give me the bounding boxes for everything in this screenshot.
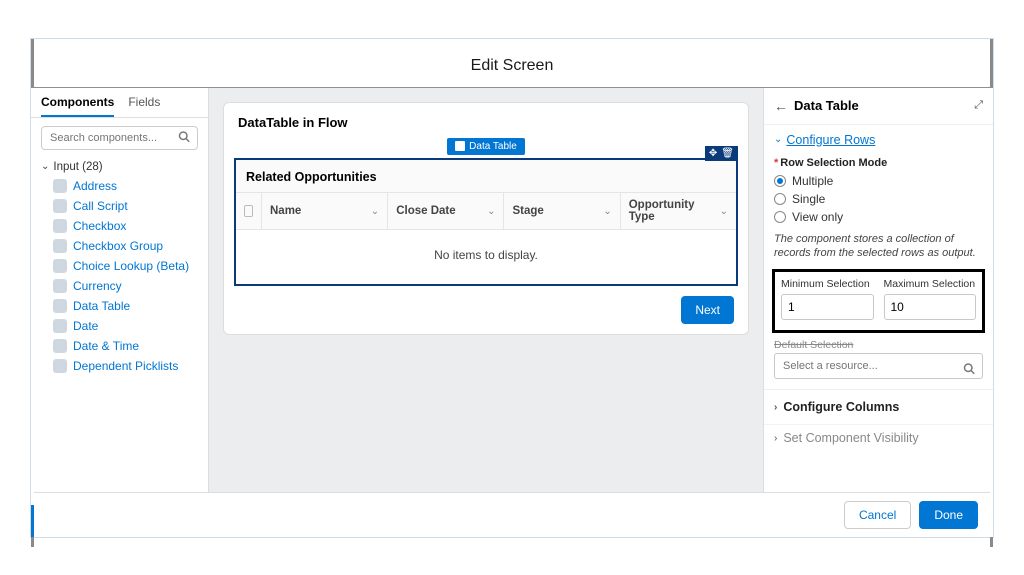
- cancel-button[interactable]: Cancel: [844, 501, 911, 529]
- max-selection-input[interactable]: [884, 294, 977, 320]
- left-sidebar: Components Fields ⌄ Input (28) Address C…: [31, 88, 209, 537]
- panel-header: ← Data Table ⤢: [764, 88, 993, 125]
- component-icon: [53, 359, 67, 373]
- chevron-down-icon: ⌄: [41, 161, 49, 172]
- selected-component[interactable]: ✥ 🗑 Related Opportunities Name⌄ Close Da…: [234, 158, 738, 286]
- datatable-badge-row: Data Table: [224, 138, 748, 157]
- move-icon[interactable]: ✥: [709, 148, 717, 159]
- empty-state-text: No items to display.: [236, 230, 736, 284]
- max-selection-field: Maximum Selection: [884, 278, 977, 320]
- table-header: Name⌄ Close Date⌄ Stage⌄ Opportunity Typ…: [236, 193, 736, 230]
- next-button[interactable]: Next: [681, 296, 734, 324]
- radio-icon: [774, 211, 786, 223]
- max-selection-label: Maximum Selection: [884, 278, 977, 290]
- sidebar-item-currency[interactable]: Currency: [39, 276, 200, 296]
- block-toolbar: ✥ 🗑: [705, 146, 738, 161]
- column-stage[interactable]: Stage⌄: [504, 193, 620, 229]
- column-opportunity-type[interactable]: Opportunity Type⌄: [621, 193, 736, 229]
- datatable-icon: [455, 141, 465, 151]
- app-frame: Edit Screen Components Fields ⌄ Input (2…: [30, 38, 994, 538]
- min-selection-input[interactable]: [781, 294, 874, 320]
- radio-view-only[interactable]: View only: [774, 210, 983, 224]
- expand-icon[interactable]: ⤢: [974, 99, 983, 112]
- tree-group-input[interactable]: ⌄ Input (28): [39, 158, 200, 176]
- chevron-down-icon: ⌄: [603, 206, 611, 217]
- default-selection-field: [764, 351, 993, 389]
- chevron-down-icon: ⌄: [487, 206, 495, 217]
- sidebar-item-address[interactable]: Address: [39, 176, 200, 196]
- main-area: Components Fields ⌄ Input (28) Address C…: [31, 87, 993, 537]
- checkbox-icon: [244, 205, 253, 217]
- row-selection-mode-block: *Row Selection Mode Multiple Single View…: [764, 153, 993, 232]
- min-selection-label: Minimum Selection: [781, 278, 874, 290]
- chevron-right-icon: ›: [774, 433, 777, 444]
- component-icon: [53, 339, 67, 353]
- chevron-right-icon: ›: [774, 402, 777, 413]
- trash-icon[interactable]: 🗑: [721, 148, 734, 159]
- panel-title: Data Table: [794, 98, 859, 113]
- chevron-down-icon: ⌄: [371, 206, 379, 217]
- tab-components[interactable]: Components: [41, 95, 114, 117]
- required-star-icon: *: [774, 157, 778, 169]
- tab-fields[interactable]: Fields: [128, 95, 160, 117]
- sidebar-item-choice-lookup[interactable]: Choice Lookup (Beta): [39, 256, 200, 276]
- chevron-down-icon: ⌄: [774, 134, 782, 145]
- sidebar-item-data-table[interactable]: Data Table: [39, 296, 200, 316]
- sidebar-item-checkbox-group[interactable]: Checkbox Group: [39, 236, 200, 256]
- back-arrow-icon[interactable]: ←: [774, 98, 788, 114]
- flow-card-title: DataTable in Flow: [224, 103, 748, 138]
- min-selection-field: Minimum Selection: [781, 278, 874, 320]
- column-select-all[interactable]: [236, 193, 262, 229]
- sidebar-item-checkbox[interactable]: Checkbox: [39, 216, 200, 236]
- sidebar-tabs: Components Fields: [31, 88, 208, 118]
- sidebar-item-date-time[interactable]: Date & Time: [39, 336, 200, 356]
- column-name[interactable]: Name⌄: [262, 193, 388, 229]
- section-configure-rows[interactable]: ⌄ Configure Rows: [764, 125, 993, 153]
- search-icon: [963, 363, 975, 378]
- component-icon: [53, 279, 67, 293]
- properties-panel: ← Data Table ⤢ ⌄ Configure Rows *Row Sel…: [763, 88, 993, 537]
- section-configure-columns[interactable]: › Configure Columns: [764, 389, 993, 424]
- radio-single[interactable]: Single: [774, 192, 983, 206]
- datatable-badge[interactable]: Data Table: [447, 138, 525, 155]
- sidebar-item-call-script[interactable]: Call Script: [39, 196, 200, 216]
- helper-text: The component stores a collection of rec…: [764, 232, 993, 268]
- default-selection-label: Default Selection: [764, 339, 993, 351]
- sidebar-item-date[interactable]: Date: [39, 316, 200, 336]
- radio-icon: [774, 193, 786, 205]
- tree-group-label: Input (28): [53, 161, 102, 173]
- min-max-highlight: Minimum Selection Maximum Selection: [772, 269, 985, 333]
- component-icon: [53, 199, 67, 213]
- radio-multiple[interactable]: Multiple: [774, 174, 983, 188]
- component-icon: [53, 259, 67, 273]
- section-component-visibility[interactable]: › Set Component Visibility: [764, 424, 993, 455]
- column-close-date[interactable]: Close Date⌄: [388, 193, 504, 229]
- sidebar-item-dependent-picklists[interactable]: Dependent Picklists: [39, 356, 200, 376]
- component-icon: [53, 219, 67, 233]
- footer: Cancel Done: [34, 492, 990, 537]
- search-input[interactable]: [41, 126, 198, 150]
- row-selection-mode-label: *Row Selection Mode: [774, 157, 983, 169]
- row-mode-radios: Multiple Single View only: [774, 174, 983, 224]
- resource-input[interactable]: [774, 353, 983, 379]
- component-icon: [53, 239, 67, 253]
- page-title: Edit Screen: [31, 57, 993, 75]
- component-icon: [53, 179, 67, 193]
- component-icon: [53, 299, 67, 313]
- flow-card: DataTable in Flow Data Table ✥ 🗑 Related…: [223, 102, 749, 336]
- chevron-down-icon: ⌄: [720, 206, 728, 217]
- component-tree: ⌄ Input (28) Address Call Script Checkbo…: [31, 158, 208, 505]
- canvas: DataTable in Flow Data Table ✥ 🗑 Related…: [209, 88, 763, 537]
- radio-icon: [774, 175, 786, 187]
- next-row: Next: [224, 286, 748, 324]
- search-wrap: [31, 118, 208, 158]
- table-title: Related Opportunities: [236, 160, 736, 193]
- component-icon: [53, 319, 67, 333]
- done-button[interactable]: Done: [919, 501, 978, 529]
